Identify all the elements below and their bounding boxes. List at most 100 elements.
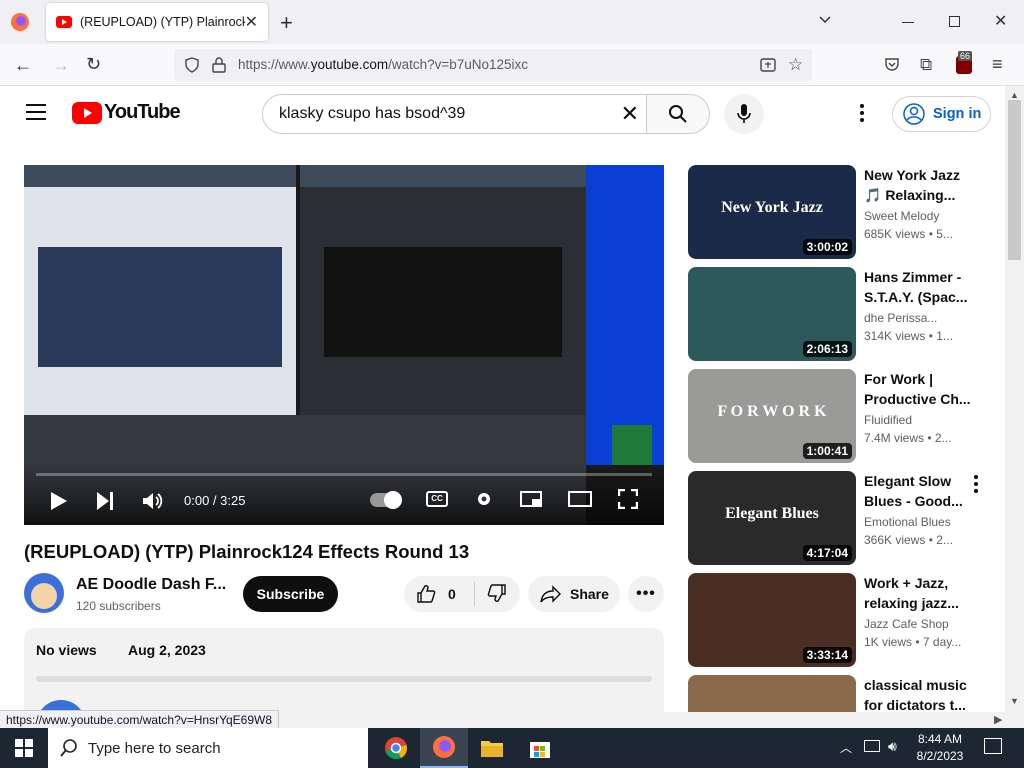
reload-icon[interactable]: ↻ <box>86 54 101 75</box>
recommendation-title[interactable]: Hans Zimmer - S.T.A.Y. (Spac... <box>864 267 976 307</box>
share-button[interactable]: Share <box>528 576 620 612</box>
description-box[interactable]: No views Aug 2, 2023 <box>24 628 664 712</box>
recommendation-title[interactable]: classical music for dictators t... <box>864 675 976 712</box>
recommendation-item[interactable]: New York Jazz 3:00:02 New York Jazz 🎵 Rela… <box>688 165 998 259</box>
notifications-icon[interactable] <box>984 738 1002 754</box>
autoplay-toggle[interactable] <box>370 491 402 509</box>
subscribe-button[interactable]: Subscribe <box>243 576 338 612</box>
channel-avatar[interactable] <box>24 573 64 613</box>
browser-tab-strip: (REUPLOAD) (YTP) Plainrock124 Effects Ro… <box>0 0 1024 44</box>
recommendation-title[interactable]: New York Jazz 🎵 Relaxing... <box>864 165 976 205</box>
recommendation-thumbnail[interactable]: New York Jazz 3:00:02 <box>688 165 856 259</box>
tracking-shield-icon[interactable] <box>184 57 200 78</box>
recommendation-channel[interactable]: Jazz Cafe Shop <box>864 617 976 631</box>
voice-search-button[interactable] <box>724 94 764 134</box>
subtitles-icon[interactable]: CC <box>426 491 448 507</box>
recommendation-thumbnail[interactable]: Elegant Blues 4:17:04 <box>688 471 856 565</box>
recommendation-title[interactable]: For Work | Productive Ch... <box>864 369 976 409</box>
next-video-icon[interactable] <box>96 491 114 511</box>
forward-arrow-icon[interactable]: → <box>52 55 70 76</box>
more-horizontal-icon: ••• <box>636 585 656 602</box>
xbox-logo-icon <box>612 425 652 465</box>
thumbnail-text: New York Jazz <box>721 199 823 216</box>
network-icon[interactable] <box>864 740 880 752</box>
youtube-logo[interactable]: YouTube <box>72 101 181 124</box>
recommendation-item[interactable]: 2:06:13 Hans Zimmer - S.T.A.Y. (Spac... dh… <box>688 267 998 361</box>
file-explorer-taskbar-icon[interactable] <box>468 728 516 768</box>
more-actions-button[interactable]: ••• <box>628 576 664 612</box>
extensions-puzzle-icon[interactable]: ⧉ <box>920 55 932 75</box>
app-menu-icon[interactable]: ≡ <box>992 54 1003 75</box>
recommendation-thumbnail[interactable]: 3:33:14 <box>688 573 856 667</box>
volume-tray-icon[interactable]: 🔊︎ <box>888 738 897 755</box>
taskbar-clock[interactable]: 8:44 AM 8/2/2023 <box>912 731 968 765</box>
back-arrow-icon[interactable]: ← <box>14 55 32 76</box>
video-duration: 4:17:04 <box>802 545 852 561</box>
recommendation-channel[interactable]: Sweet Melody <box>864 209 976 223</box>
channel-name[interactable]: AE Doodle Dash F... <box>76 576 226 594</box>
more-options-icon[interactable] <box>860 104 864 122</box>
settings-gear-icon[interactable] <box>474 489 494 509</box>
description-divider <box>36 676 652 682</box>
tray-overflow-chevron-icon[interactable]: ︿ <box>840 739 852 756</box>
microphone-icon <box>737 104 751 123</box>
scrollbar-thumb[interactable] <box>1008 100 1021 260</box>
window-restore-icon[interactable] <box>949 16 960 27</box>
recommendation-channel[interactable]: Fluidified <box>864 413 976 427</box>
new-tab-plus-icon[interactable]: + <box>280 10 293 36</box>
clear-search-icon[interactable]: ✕ <box>621 101 639 127</box>
start-button[interactable] <box>0 728 48 768</box>
sign-in-button[interactable]: Sign in <box>892 96 991 132</box>
play-icon[interactable] <box>50 491 68 511</box>
recommendation-item[interactable]: classical music for dictators t... <box>688 675 998 712</box>
tab-close-icon[interactable]: ✕ <box>245 12 258 32</box>
windows-taskbar: Type here to search ︿ 🔊︎ 8:44 AM 8/2/202… <box>0 728 1024 768</box>
window-close-icon[interactable]: ✕ <box>994 11 1007 31</box>
search-button[interactable] <box>646 94 710 134</box>
volume-icon[interactable] <box>142 491 164 511</box>
recommendation-channel[interactable]: Emotional Blues <box>864 515 976 529</box>
recommendation-channel[interactable]: dhe Perissa... <box>864 311 976 325</box>
microsoft-store-taskbar-icon[interactable] <box>516 728 564 768</box>
windows-logo-icon <box>15 739 33 757</box>
recommendation-item[interactable]: Elegant Blues 4:17:04 Elegant Slow Blues -… <box>688 471 998 565</box>
sign-in-label: Sign in <box>933 106 982 122</box>
bookmark-star-icon[interactable]: ☆ <box>788 55 803 75</box>
recommendation-thumbnail[interactable]: F O R W O R K 1:00:41 <box>688 369 856 463</box>
miniplayer-icon[interactable] <box>520 491 542 507</box>
translate-page-icon[interactable] <box>760 57 776 78</box>
theater-mode-icon[interactable] <box>568 491 592 507</box>
window-minimize-icon[interactable] <box>902 22 914 23</box>
hamburger-menu-icon[interactable] <box>26 104 46 120</box>
fullscreen-icon[interactable] <box>618 489 638 509</box>
taskbar-search-icon <box>60 739 77 757</box>
recommendation-thumbnail[interactable]: 2:06:13 <box>688 267 856 361</box>
video-title: (REUPLOAD) (YTP) Plainrock124 Effects Ro… <box>24 541 470 562</box>
like-button[interactable]: 0 <box>404 584 474 604</box>
address-bar[interactable]: https://www.youtube.com/watch?v=b7uNo125… <box>174 49 812 81</box>
dislike-button[interactable] <box>475 583 507 606</box>
pocket-icon[interactable] <box>884 56 900 77</box>
recommendation-title[interactable]: Work + Jazz, relaxing jazz... <box>864 573 976 613</box>
search-input[interactable]: klasky csupo has bsod^39 ✕ <box>262 94 648 134</box>
recommendation-meta: 366K views • 2... <box>864 533 953 547</box>
recommendation-meta: 7.4M views • 2... <box>864 431 952 445</box>
firefox-menu-icon[interactable] <box>10 12 30 32</box>
browser-tab-active[interactable]: (REUPLOAD) (YTP) Plainrock124 Effects Ro… <box>46 3 268 41</box>
lock-icon[interactable] <box>212 57 226 78</box>
video-frame-desktop-blue <box>586 165 664 465</box>
recommendation-menu-icon[interactable] <box>974 475 978 493</box>
taskbar-search-box[interactable]: Type here to search <box>48 728 368 768</box>
recommendation-item[interactable]: F O R W O R K 1:00:41 For Work | Productiv… <box>688 369 998 463</box>
firefox-taskbar-icon[interactable] <box>420 728 468 768</box>
recommendation-item[interactable]: 3:33:14 Work + Jazz, relaxing jazz... Jazz… <box>688 573 998 667</box>
like-dislike-group: 0 <box>404 576 520 612</box>
video-player[interactable]: 0:00 / 3:25 CC <box>24 165 664 525</box>
recommendation-title[interactable]: Elegant Slow Blues - Good... <box>864 471 976 511</box>
chrome-taskbar-icon[interactable] <box>372 728 420 768</box>
taskbar-search-placeholder: Type here to search <box>88 739 221 757</box>
tab-list-chevron-icon[interactable] <box>818 12 832 31</box>
clock-date: 8/2/2023 <box>916 749 964 763</box>
recommendation-thumbnail[interactable] <box>688 675 856 712</box>
subscriber-count: 120 subscribers <box>76 599 161 613</box>
